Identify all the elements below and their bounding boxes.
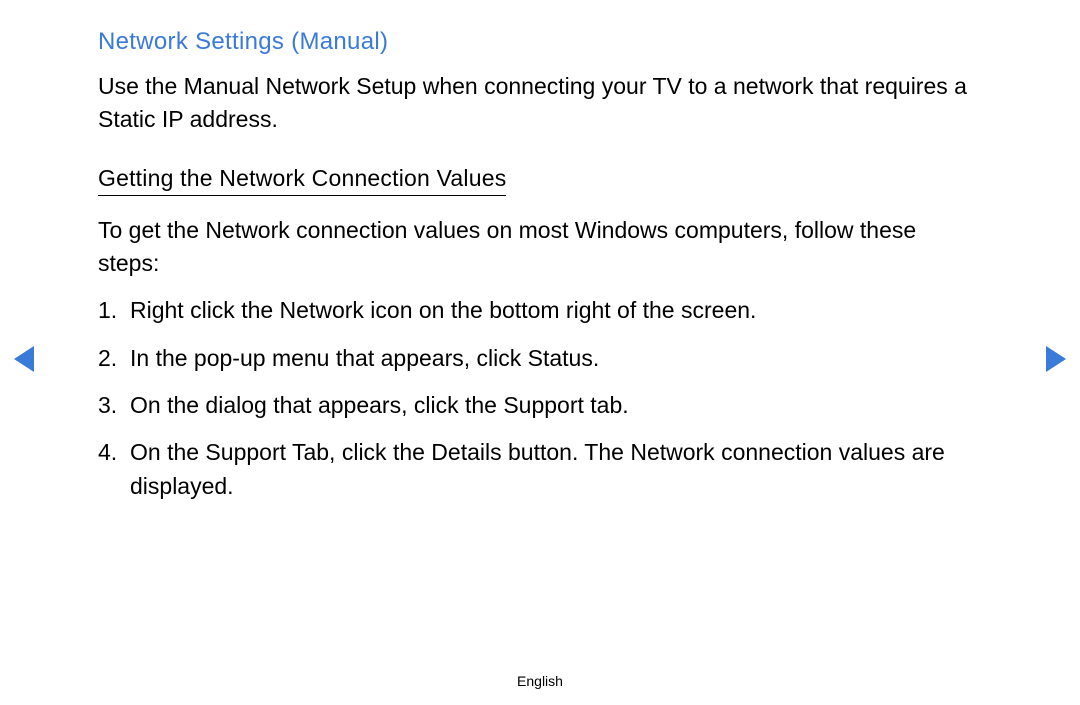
footer-language: English [0,673,1080,689]
steps-intro: To get the Network connection values on … [98,214,982,281]
steps-list: Right click the Network icon on the bott… [98,294,982,503]
subheading: Getting the Network Connection Values [98,165,506,196]
next-page-icon[interactable] [1046,346,1066,372]
list-item: Right click the Network icon on the bott… [98,294,982,327]
page-title: Network Settings (Manual) [98,28,982,56]
previous-page-icon[interactable] [14,346,34,372]
subheading-wrapper: Getting the Network Connection Values [98,165,982,214]
list-item: In the pop-up menu that appears, click S… [98,342,982,375]
page-content: Network Settings (Manual) Use the Manual… [0,0,1080,503]
list-item: On the dialog that appears, click the Su… [98,389,982,422]
list-item: On the Support Tab, click the Details bu… [98,436,982,503]
intro-paragraph: Use the Manual Network Setup when connec… [98,70,982,137]
